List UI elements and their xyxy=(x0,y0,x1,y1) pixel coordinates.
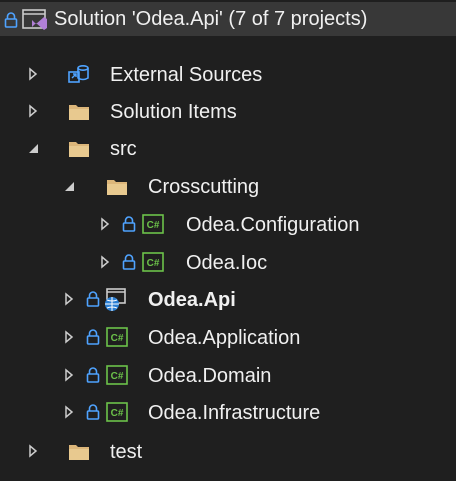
svg-text:C#: C# xyxy=(111,408,124,419)
chevron-right-icon[interactable] xyxy=(26,67,40,81)
tree-item-label: Odea.Infrastructure xyxy=(148,402,321,424)
web-project-icon xyxy=(105,288,126,311)
tree-item-odea-ioc[interactable]: C# Odea.Ioc xyxy=(0,244,456,281)
chevron-right-icon[interactable] xyxy=(26,444,40,458)
folder-icon xyxy=(69,142,89,157)
chevron-right-icon[interactable] xyxy=(26,104,40,118)
folder-icon xyxy=(69,445,89,460)
folder-icon xyxy=(69,105,89,120)
lock-icon xyxy=(86,367,100,383)
tree-item-label: Crosscutting xyxy=(148,176,260,198)
tree-item-label: Odea.Api xyxy=(148,289,236,311)
csharp-project-icon: C# xyxy=(106,327,128,347)
tree-item-solution-items[interactable]: Solution Items xyxy=(0,93,456,130)
lock-icon xyxy=(86,291,100,307)
csharp-project-icon: C# xyxy=(142,214,164,234)
tree-item-label: Odea.Domain xyxy=(148,365,272,387)
chevron-right-icon[interactable] xyxy=(62,330,76,344)
chevron-down-icon[interactable] xyxy=(62,179,76,193)
tree-item-label: Odea.Ioc xyxy=(186,252,268,274)
tree-item-external-sources[interactable]: External Sources xyxy=(0,56,456,93)
svg-text:C#: C# xyxy=(147,258,160,269)
chevron-down-icon[interactable] xyxy=(26,141,40,155)
chevron-right-icon[interactable] xyxy=(62,405,76,419)
tree-item-label: Odea.Configuration xyxy=(186,214,360,236)
tree-item-label: Solution 'Odea.Api' (7 of 7 projects) xyxy=(54,8,368,30)
lock-icon xyxy=(4,12,18,28)
tree-item-odea-infrastructure[interactable]: C# Odea.Infrastructure xyxy=(0,394,456,431)
chevron-right-icon[interactable] xyxy=(62,292,76,306)
tree-item-label: Solution Items xyxy=(110,101,237,123)
tree-item-test[interactable]: test xyxy=(0,433,456,470)
solution-icon xyxy=(22,9,47,30)
lock-icon xyxy=(122,216,136,232)
solution-explorer-tree: Solution 'Odea.Api' (7 of 7 projects) Ex… xyxy=(0,0,456,481)
tree-item-odea-domain[interactable]: C# Odea.Domain xyxy=(0,357,456,394)
tree-item-src[interactable]: src xyxy=(0,130,456,167)
tree-item-label: External Sources xyxy=(110,64,263,86)
csharp-project-icon: C# xyxy=(142,252,164,272)
chevron-right-icon[interactable] xyxy=(98,217,112,231)
lock-icon xyxy=(86,404,100,420)
tree-item-label: test xyxy=(110,441,143,463)
lock-icon xyxy=(122,254,136,270)
folder-icon xyxy=(107,180,127,195)
tree-item-odea-application[interactable]: C# Odea.Application xyxy=(0,319,456,356)
csharp-project-icon: C# xyxy=(106,402,128,422)
external-sources-icon xyxy=(68,64,89,83)
chevron-right-icon[interactable] xyxy=(98,255,112,269)
tree-item-odea-configuration[interactable]: C# Odea.Configuration xyxy=(0,206,456,243)
svg-text:C#: C# xyxy=(111,333,124,344)
chevron-right-icon[interactable] xyxy=(62,368,76,382)
tree-item-odea-api[interactable]: Odea.Api xyxy=(0,281,456,318)
tree-item-solution[interactable]: Solution 'Odea.Api' (7 of 7 projects) xyxy=(0,2,456,36)
lock-icon xyxy=(86,329,100,345)
csharp-project-icon: C# xyxy=(106,365,128,385)
tree-item-crosscutting[interactable]: Crosscutting xyxy=(0,168,456,205)
tree-item-label: Odea.Application xyxy=(148,327,301,349)
svg-text:C#: C# xyxy=(147,220,160,231)
svg-text:C#: C# xyxy=(111,371,124,382)
tree-item-label: src xyxy=(110,138,137,160)
